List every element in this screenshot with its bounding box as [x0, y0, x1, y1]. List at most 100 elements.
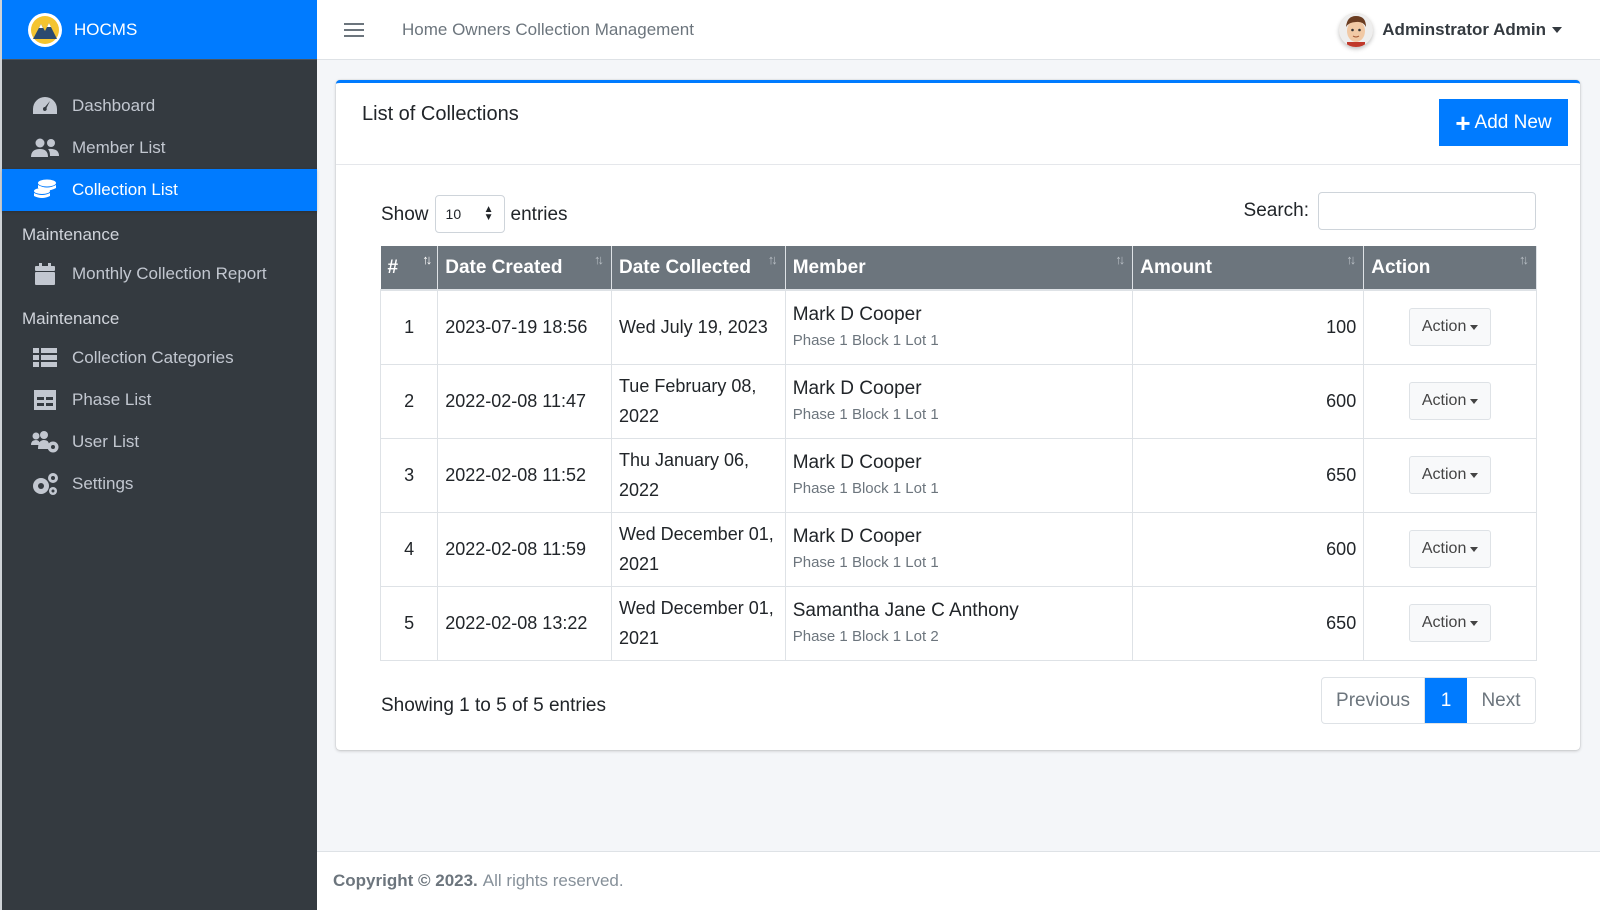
- sidebar-item-collection-categories[interactable]: Collection Categories: [2, 337, 317, 379]
- table-icon: [30, 389, 60, 411]
- column-header-member[interactable]: Member ↑↓: [785, 246, 1134, 291]
- show-label: Show: [381, 204, 429, 225]
- cell-date-collected: Wed December 01, 2021: [610, 511, 786, 587]
- sort-icon: ↑↓: [767, 252, 778, 267]
- cell-amount: 650: [1132, 585, 1365, 661]
- sidebar-item-monthly-collection-report[interactable]: Monthly Collection Report: [2, 253, 317, 295]
- table-header-row: # ↑↓ Date Created ↑↓ Date Collected ↑↓ Memb…: [380, 246, 1537, 291]
- updown-icon: ▲ ▼: [483, 204, 494, 223]
- column-label: Action: [1371, 256, 1431, 278]
- caret-down-icon: [1470, 620, 1479, 626]
- cell-number: 3: [379, 437, 439, 513]
- table-search: Search:: [1244, 192, 1536, 230]
- sidebar-item-label: Collection Categories: [72, 348, 234, 367]
- action-dropdown-button[interactable]: Action: [1409, 456, 1492, 494]
- list-icon: [30, 347, 60, 369]
- cell-date-collected: Wed December 01, 2021: [610, 585, 786, 661]
- cell-amount: 600: [1132, 511, 1365, 587]
- column-header-amount[interactable]: Amount ↑↓: [1132, 246, 1365, 291]
- collections-table: # ↑↓ Date Created ↑↓ Date Collected ↑↓ Memb…: [379, 246, 1537, 661]
- action-dropdown-button[interactable]: Action: [1409, 382, 1492, 420]
- sidebar-item-label: Member List: [72, 138, 166, 157]
- caret-down-icon: [1470, 324, 1479, 330]
- member-address: Phase 1 Block 1 Lot 1: [792, 406, 939, 423]
- sidebar-item-label: Phase List: [72, 390, 152, 409]
- action-label: Action: [1421, 614, 1467, 631]
- pagination-page-1[interactable]: 1: [1425, 678, 1467, 723]
- cell-amount: 100: [1132, 289, 1365, 365]
- member-address: Phase 1 Block 1 Lot 2: [792, 628, 939, 645]
- brand-name: HOCMS: [74, 19, 138, 39]
- search-label: Search:: [1243, 200, 1309, 221]
- cell-member: Mark D Cooper Phase 1 Block 1 Lot 1: [784, 511, 1134, 587]
- column-label: Date Collected: [618, 256, 751, 278]
- cell-date-collected: Tue February 08, 2022: [610, 363, 786, 439]
- sidebar-item-label: Monthly Collection Report: [72, 264, 267, 283]
- brand-link[interactable]: HOCMS: [2, 0, 317, 60]
- table-row: 1 2023-07-19 18:56 Wed July 19, 2023 Mar…: [379, 289, 1537, 365]
- user-name: Adminstrator Admin: [1382, 20, 1546, 39]
- coins-icon: [30, 179, 60, 201]
- cell-action: Action: [1363, 289, 1537, 365]
- column-label: Member: [792, 256, 866, 278]
- action-dropdown-button[interactable]: Action: [1409, 308, 1492, 347]
- sidebar-item-label: User List: [72, 432, 140, 451]
- rights-text: All rights reserved.: [482, 871, 624, 890]
- users-cog-icon: [30, 431, 60, 453]
- caret-down-icon: [1470, 398, 1479, 404]
- cell-date-created: 2023-07-19 18:56: [437, 289, 612, 365]
- users-icon: [30, 137, 60, 159]
- sidebar: HOCMS Dashboard Member List Collection L…: [0, 0, 317, 910]
- entries-select[interactable]: 10 ▲ ▼: [434, 195, 505, 233]
- hamburger-menu-icon[interactable]: [344, 19, 364, 41]
- column-header-number[interactable]: # ↑↓: [380, 246, 439, 291]
- add-new-label: Add New: [1474, 111, 1552, 133]
- cell-date-created: 2022-02-08 11:47: [437, 363, 612, 439]
- card-title: List of Collections: [362, 103, 519, 125]
- sidebar-item-settings[interactable]: Settings: [2, 463, 317, 505]
- cell-number: 1: [379, 289, 439, 365]
- sidebar-item-dashboard[interactable]: Dashboard: [2, 85, 317, 127]
- user-menu[interactable]: Adminstrator Admin: [1339, 13, 1562, 47]
- entries-value: 10: [445, 206, 462, 222]
- sidebar-item-collection-list[interactable]: Collection List: [2, 169, 317, 211]
- cell-date-collected: Wed July 19, 2023: [610, 289, 786, 365]
- calendar-icon: [30, 263, 60, 285]
- column-header-action[interactable]: Action ↑↓: [1363, 246, 1537, 291]
- app-title: Home Owners Collection Management: [402, 19, 694, 39]
- pagination: Previous 1 Next: [1321, 677, 1536, 724]
- sort-icon: ↑↓: [593, 252, 604, 267]
- column-header-date-collected[interactable]: Date Collected ↑↓: [611, 246, 786, 291]
- action-dropdown-button[interactable]: Action: [1409, 604, 1492, 642]
- logo-icon: [28, 12, 62, 47]
- cell-member: Mark D Cooper Phase 1 Block 1 Lot 1: [784, 437, 1134, 513]
- cogs-icon: [30, 473, 60, 495]
- column-label: Date Created: [445, 256, 563, 278]
- search-input[interactable]: [1318, 192, 1536, 230]
- cell-action: Action: [1363, 585, 1537, 661]
- cell-date-created: 2022-02-08 13:22: [437, 585, 612, 661]
- table-row: 3 2022-02-08 11:52 Thu January 06, 2022 …: [379, 437, 1537, 513]
- sidebar-section-header: Maintenance: [22, 225, 120, 244]
- sidebar-item-member-list[interactable]: Member List: [2, 127, 317, 169]
- cell-amount: 650: [1132, 437, 1365, 513]
- column-label: #: [387, 256, 399, 278]
- column-label: Amount: [1140, 256, 1212, 278]
- sidebar-item-user-list[interactable]: User List: [2, 421, 317, 463]
- caret-down-icon: [1552, 27, 1562, 33]
- member-address: Phase 1 Block 1 Lot 1: [792, 480, 939, 497]
- sidebar-item-phase-list[interactable]: Phase List: [2, 379, 317, 421]
- collections-card: List of Collections + Add New Show 10 ▲ ▼…: [336, 80, 1580, 750]
- sort-asc-icon: ↑↓: [422, 252, 432, 267]
- action-dropdown-button[interactable]: Action: [1409, 530, 1492, 568]
- table-row: 5 2022-02-08 13:22 Wed December 01, 2021…: [379, 585, 1537, 661]
- add-new-button[interactable]: + Add New: [1439, 99, 1568, 146]
- column-header-date-created[interactable]: Date Created ↑↓: [437, 246, 612, 291]
- action-label: Action: [1421, 466, 1467, 483]
- pagination-previous[interactable]: Previous: [1322, 678, 1425, 723]
- member-address: Phase 1 Block 1 Lot 1: [792, 554, 939, 571]
- pagination-next[interactable]: Next: [1467, 678, 1535, 723]
- action-label: Action: [1421, 392, 1467, 409]
- footer: Copyright © 2023. All rights reserved.: [317, 851, 1600, 910]
- sidebar-item-label: Collection List: [72, 180, 178, 199]
